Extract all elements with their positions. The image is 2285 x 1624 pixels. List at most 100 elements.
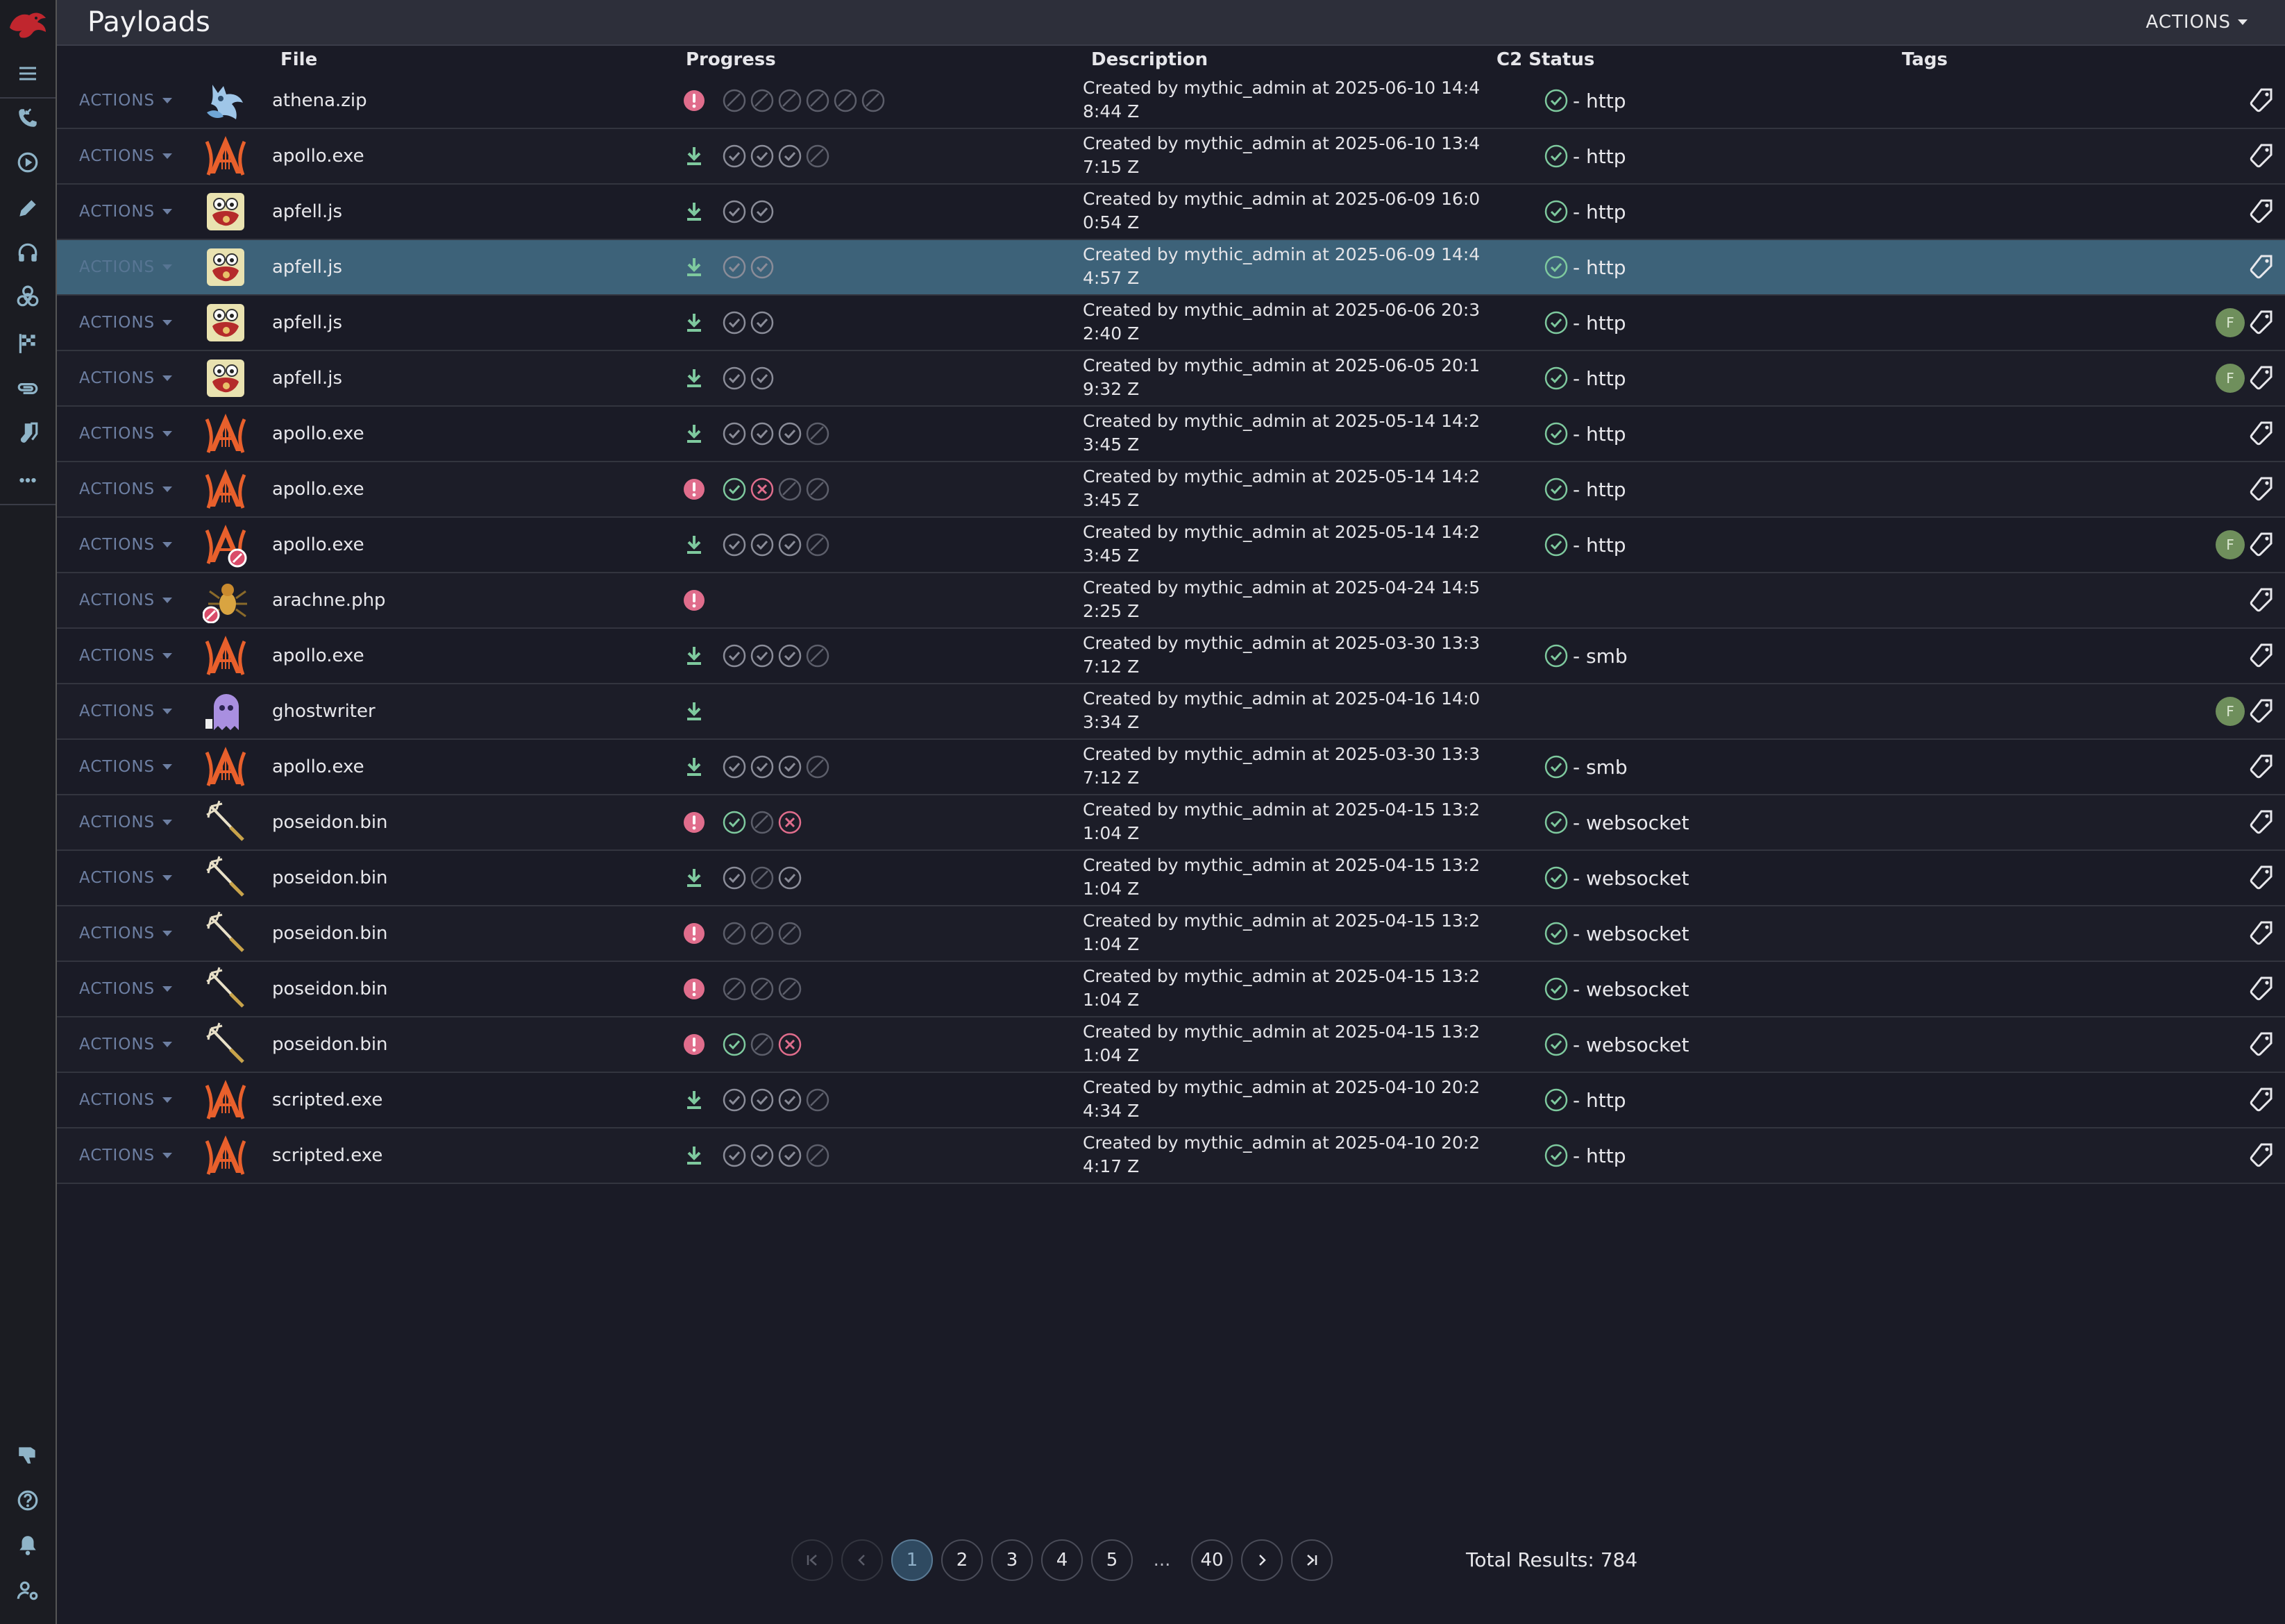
row-actions-button[interactable]: ACTIONS [79, 351, 173, 405]
download-icon[interactable] [682, 200, 706, 223]
tag-icon[interactable] [2248, 864, 2275, 892]
table-row[interactable]: ACTIONS scripted.exe Created by mythic_adm… [57, 1073, 2285, 1128]
paperclip-icon[interactable] [11, 372, 44, 405]
tag-icon[interactable] [2248, 253, 2275, 281]
tag-icon[interactable] [2248, 920, 2275, 947]
tag-icon[interactable] [2248, 1086, 2275, 1114]
table-row[interactable]: ACTIONS poseidon.bin Created by mythic_adm… [57, 795, 2285, 851]
table-row[interactable]: ACTIONS apollo.exe Created by mythic_admin… [57, 129, 2285, 185]
download-button[interactable] [680, 642, 708, 670]
row-actions-button[interactable]: ACTIONS [79, 74, 173, 128]
download-icon[interactable] [682, 533, 706, 557]
download-button[interactable] [680, 753, 708, 781]
table-row[interactable]: ACTIONS apfell.js Created by mythic_admin … [57, 185, 2285, 240]
file-name[interactable]: apollo.exe [272, 462, 364, 516]
column-tags[interactable]: Tags [1902, 46, 1948, 74]
avatar[interactable]: F [2216, 530, 2245, 559]
checkered-flag-icon[interactable] [11, 326, 44, 360]
file-name[interactable]: apfell.js [272, 185, 342, 239]
download-icon[interactable] [682, 1088, 706, 1112]
thumbs-down-icon[interactable] [11, 1438, 44, 1471]
tag-icon[interactable] [2248, 1142, 2275, 1169]
table-row[interactable]: ACTIONS poseidon.bin Created by mythic_adm… [57, 1017, 2285, 1073]
file-name[interactable]: apfell.js [272, 351, 342, 405]
tag-icon[interactable] [2248, 1031, 2275, 1058]
row-actions-button[interactable]: ACTIONS [79, 129, 173, 183]
download-icon[interactable] [682, 700, 706, 723]
avatar[interactable]: F [2216, 308, 2245, 337]
table-row[interactable]: ACTIONS apfell.js Created by mythic_admin … [57, 296, 2285, 351]
row-actions-button[interactable]: ACTIONS [79, 851, 173, 905]
play-circle-icon[interactable] [11, 146, 44, 179]
table-row[interactable]: ACTIONS athena.zip Created by mythic_admin… [57, 74, 2285, 129]
download-button[interactable] [680, 142, 708, 170]
tag-icon[interactable] [2248, 142, 2275, 170]
pencil-icon[interactable] [11, 192, 44, 225]
tag-icon[interactable] [2248, 809, 2275, 836]
table-row[interactable]: ACTIONS apollo.exe Created by mythic_admin… [57, 629, 2285, 684]
tag-icon[interactable] [2248, 364, 2275, 392]
download-icon[interactable] [682, 422, 706, 446]
table-row[interactable]: ACTIONS arachne.php Created by mythic_admi… [57, 573, 2285, 629]
column-file[interactable]: File [280, 46, 317, 74]
table-row[interactable]: ACTIONS apollo.exe Created by mythic_admin… [57, 518, 2285, 573]
build-error-indicator[interactable] [680, 975, 708, 1003]
table-row[interactable]: ACTIONS poseidon.bin Created by mythic_adm… [57, 962, 2285, 1017]
download-button[interactable] [680, 531, 708, 559]
download-icon[interactable] [682, 144, 706, 168]
row-actions-button[interactable]: ACTIONS [79, 518, 173, 572]
download-icon[interactable] [682, 755, 706, 779]
table-row[interactable]: ACTIONS apollo.exe Created by mythic_admin… [57, 407, 2285, 462]
file-name[interactable]: poseidon.bin [272, 906, 388, 961]
table-row[interactable]: ACTIONS apollo.exe Created by mythic_admin… [57, 740, 2285, 795]
download-icon[interactable] [682, 366, 706, 390]
row-actions-button[interactable]: ACTIONS [79, 629, 173, 683]
row-actions-button[interactable]: ACTIONS [79, 185, 173, 239]
row-actions-button[interactable]: ACTIONS [79, 296, 173, 350]
download-button[interactable] [680, 198, 708, 226]
file-name[interactable]: apollo.exe [272, 740, 364, 794]
file-name[interactable]: apollo.exe [272, 407, 364, 461]
row-actions-button[interactable]: ACTIONS [79, 240, 173, 294]
build-error-indicator[interactable] [680, 87, 708, 115]
file-name[interactable]: ghostwriter [272, 684, 376, 738]
table-row[interactable]: ACTIONS apfell.js Created by mythic_admin … [57, 240, 2285, 296]
file-name[interactable]: apollo.exe [272, 518, 364, 572]
first-page-button[interactable] [791, 1539, 833, 1581]
page-button[interactable]: 3 [991, 1539, 1033, 1581]
download-button[interactable] [680, 864, 708, 892]
column-progress[interactable]: Progress [686, 46, 776, 74]
tag-icon[interactable] [2248, 531, 2275, 559]
next-page-button[interactable] [1241, 1539, 1283, 1581]
page-button[interactable]: 40 [1191, 1539, 1233, 1581]
download-icon[interactable] [682, 644, 706, 668]
file-name[interactable]: poseidon.bin [272, 851, 388, 905]
file-name[interactable]: poseidon.bin [272, 1017, 388, 1072]
table-row[interactable]: ACTIONS apfell.js Created by mythic_admin … [57, 351, 2285, 407]
more-icon[interactable] [11, 464, 44, 497]
tag-icon[interactable] [2248, 475, 2275, 503]
download-button[interactable] [680, 697, 708, 725]
download-icon[interactable] [682, 866, 706, 890]
last-page-button[interactable] [1291, 1539, 1333, 1581]
row-actions-button[interactable]: ACTIONS [79, 906, 173, 961]
tag-icon[interactable] [2248, 586, 2275, 614]
tag-icon[interactable] [2248, 697, 2275, 725]
table-row[interactable]: ACTIONS apollo.exe Created by mythic_admin… [57, 462, 2285, 518]
menu-icon[interactable] [11, 57, 44, 90]
table-row[interactable]: ACTIONS poseidon.bin Created by mythic_adm… [57, 906, 2285, 962]
download-button[interactable] [680, 1086, 708, 1114]
top-actions-button[interactable]: ACTIONS [2146, 8, 2249, 36]
user-settings-icon[interactable] [11, 1574, 44, 1607]
row-actions-button[interactable]: ACTIONS [79, 1017, 173, 1072]
phone-callback-icon[interactable] [11, 101, 44, 135]
tag-icon[interactable] [2248, 975, 2275, 1003]
headphones-icon[interactable] [11, 236, 44, 269]
page-button[interactable]: 2 [941, 1539, 983, 1581]
biohazard-icon[interactable] [11, 280, 44, 314]
download-icon[interactable] [682, 311, 706, 335]
file-name[interactable]: athena.zip [272, 74, 367, 128]
row-actions-button[interactable]: ACTIONS [79, 962, 173, 1016]
file-name[interactable]: poseidon.bin [272, 962, 388, 1016]
download-button[interactable] [680, 253, 708, 281]
